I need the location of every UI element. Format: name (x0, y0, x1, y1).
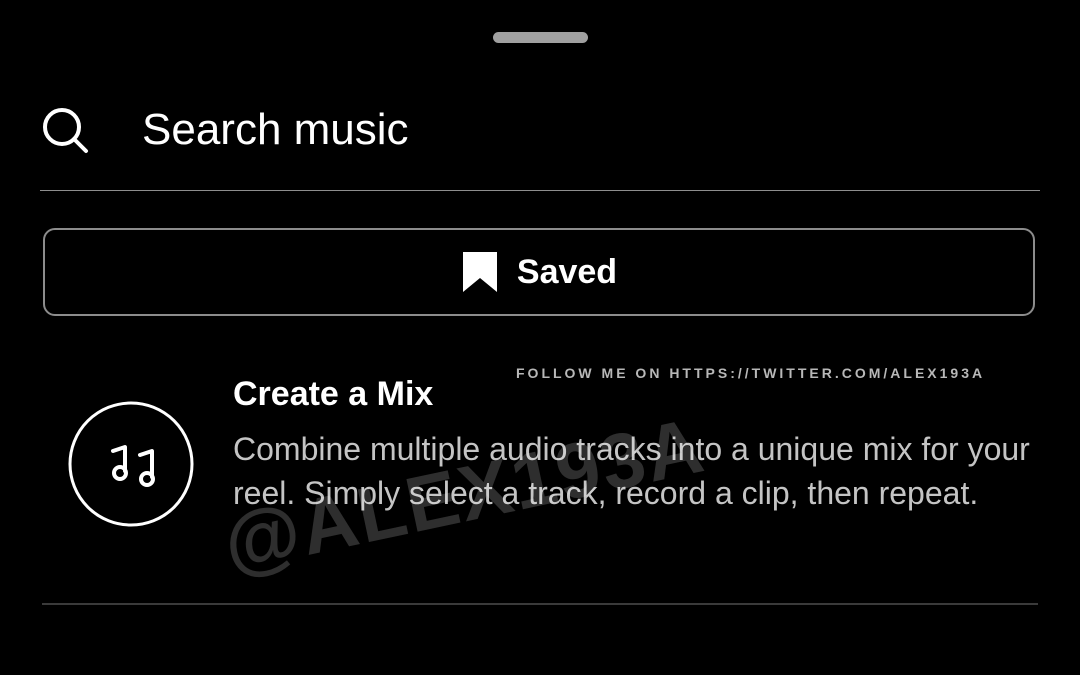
divider (40, 190, 1040, 191)
divider (42, 603, 1038, 605)
search-bar[interactable]: Search music (0, 90, 1080, 170)
create-mix-description: Combine multiple audio tracks into a uni… (233, 431, 1030, 511)
search-icon (43, 108, 88, 153)
saved-button[interactable]: Saved (43, 228, 1035, 316)
bookmark-icon (462, 252, 497, 292)
sheet-drag-handle[interactable] (493, 32, 588, 43)
watermark-follow-text: FOLLOW ME ON HTTPS://TWITTER.COM/ALEX193… (516, 365, 986, 381)
music-notes-icon[interactable] (68, 401, 194, 527)
search-input[interactable]: Search music (142, 98, 1022, 162)
create-mix-title[interactable]: Create a Mix (233, 372, 433, 416)
saved-label: Saved (516, 252, 618, 291)
